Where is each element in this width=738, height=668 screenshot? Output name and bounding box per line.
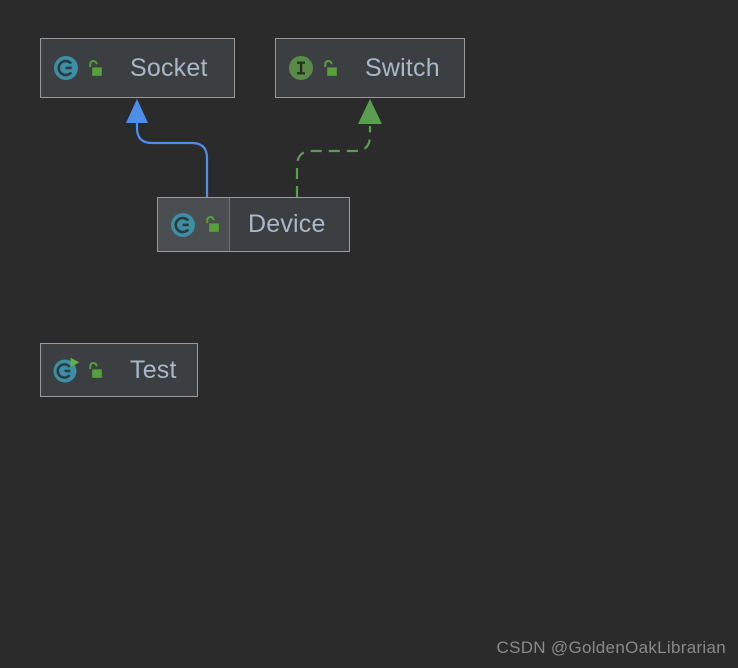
- uml-node-label: Device: [248, 210, 326, 238]
- node-icon-gutter: [276, 39, 347, 97]
- node-icon-gutter: [41, 344, 112, 396]
- realization-edge: [295, 99, 382, 197]
- inheritance-arrowhead: [126, 99, 148, 123]
- unlocked-padlock-icon: [206, 216, 219, 232]
- unlocked-padlock-icon: [324, 59, 337, 76]
- uml-node-label: Test: [130, 355, 177, 384]
- class-icon: [54, 56, 78, 80]
- uml-node-switch[interactable]: Switch: [275, 38, 465, 98]
- node-icon-gutter: [158, 198, 230, 251]
- realization-arrowhead: [358, 99, 382, 124]
- unlocked-padlock-icon: [89, 59, 102, 76]
- watermark-text: CSDN @GoldenOakLibrarian: [496, 638, 726, 657]
- realization-line: [295, 126, 372, 197]
- inheritance-line: [135, 118, 209, 199]
- class-icon: [171, 212, 195, 237]
- uml-node-device[interactable]: Device: [157, 197, 350, 252]
- inheritance-edge: [126, 99, 209, 199]
- uml-node-label: Socket: [130, 53, 208, 82]
- node-icon-gutter: [41, 39, 112, 97]
- uml-node-socket[interactable]: Socket: [40, 38, 235, 98]
- uml-node-test[interactable]: Test: [40, 343, 198, 397]
- unlocked-padlock-icon: [89, 361, 102, 378]
- uml-diagram-canvas[interactable]: Socket Switch Device Test CSDN @GoldenOa…: [0, 0, 738, 668]
- uml-node-label: Switch: [365, 53, 440, 82]
- runnable-class-icon: [53, 357, 80, 383]
- connector-layer: [126, 99, 382, 199]
- interface-icon: [289, 56, 313, 80]
